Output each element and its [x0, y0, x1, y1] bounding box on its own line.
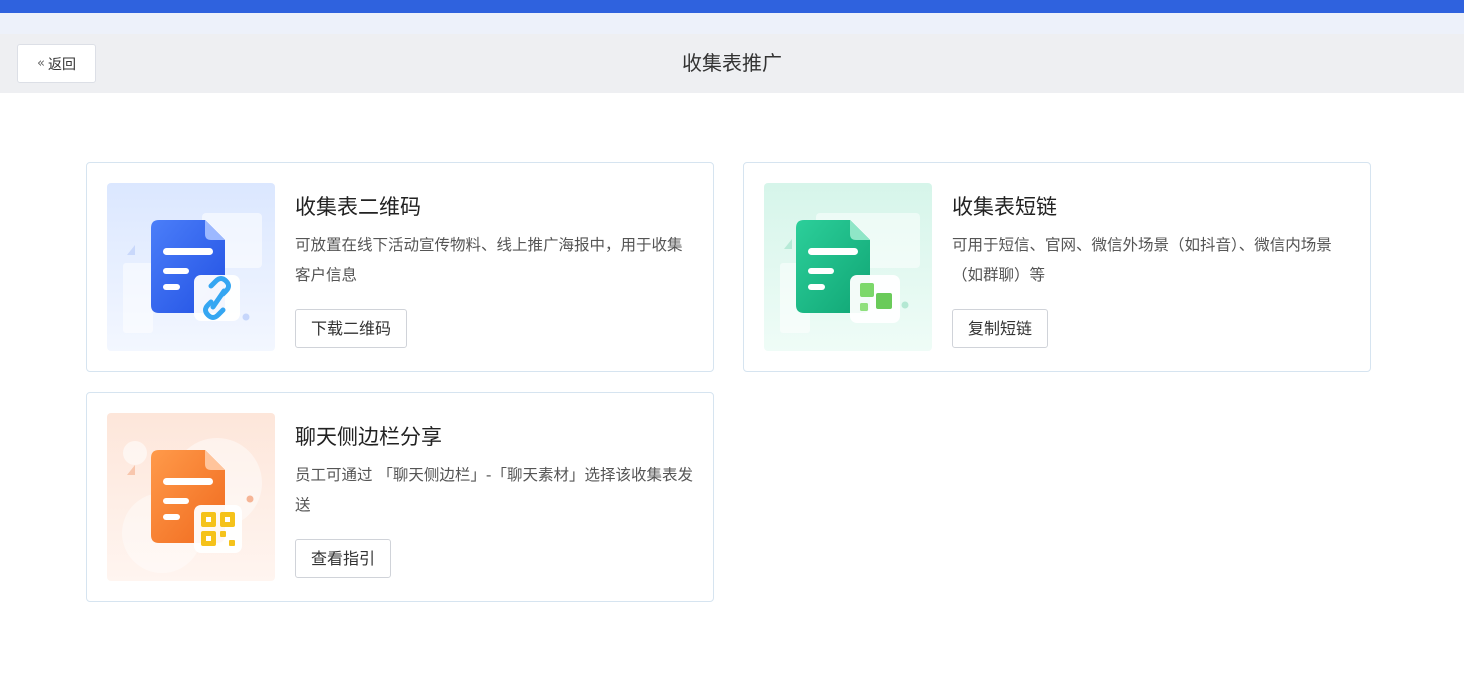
shortlink-card: 收集表短链 可用于短信、官网、微信外场景（如抖音）、微信内场景（如群聊）等 复制…: [743, 162, 1371, 372]
back-button-label: 返回: [47, 56, 76, 73]
card-title: 收集表短链: [952, 195, 1057, 219]
view-guide-button[interactable]: 查看指引: [295, 539, 392, 578]
top-accent-bar: [0, 0, 1464, 13]
chat-sidebar-card: 聊天侧边栏分享 员工可通过 「聊天侧边栏」-「聊天素材」选择该收集表发送 查看指…: [86, 392, 714, 602]
copy-shortlink-button[interactable]: 复制短链: [952, 309, 1049, 348]
back-button[interactable]: « 返回: [17, 44, 96, 83]
page-title: 收集表推广: [682, 51, 782, 75]
card-description: 可放置在线下活动宣传物料、线上推广海报中，用于收集客户信息: [295, 236, 683, 284]
card-description: 员工可通过 「聊天侧边栏」-「聊天素材」选择该收集表发送: [295, 466, 694, 514]
top-sub-bar: [0, 13, 1464, 34]
document-shortlink-icon: [764, 183, 932, 351]
card-title: 收集表二维码: [295, 195, 421, 219]
download-qrcode-button[interactable]: 下载二维码: [295, 309, 408, 348]
qrcode-card: 收集表二维码 可放置在线下活动宣传物料、线上推广海报中，用于收集客户信息 下载二…: [86, 162, 714, 372]
page-header: 收集表推广 « 返回: [0, 34, 1464, 93]
document-link-icon: [107, 183, 275, 351]
double-chevron-left-icon: «: [37, 56, 45, 71]
card-description: 可用于短信、官网、微信外场景（如抖音）、微信内场景（如群聊）等: [952, 236, 1332, 284]
document-qrcode-icon: [107, 413, 275, 581]
card-title: 聊天侧边栏分享: [295, 425, 442, 449]
